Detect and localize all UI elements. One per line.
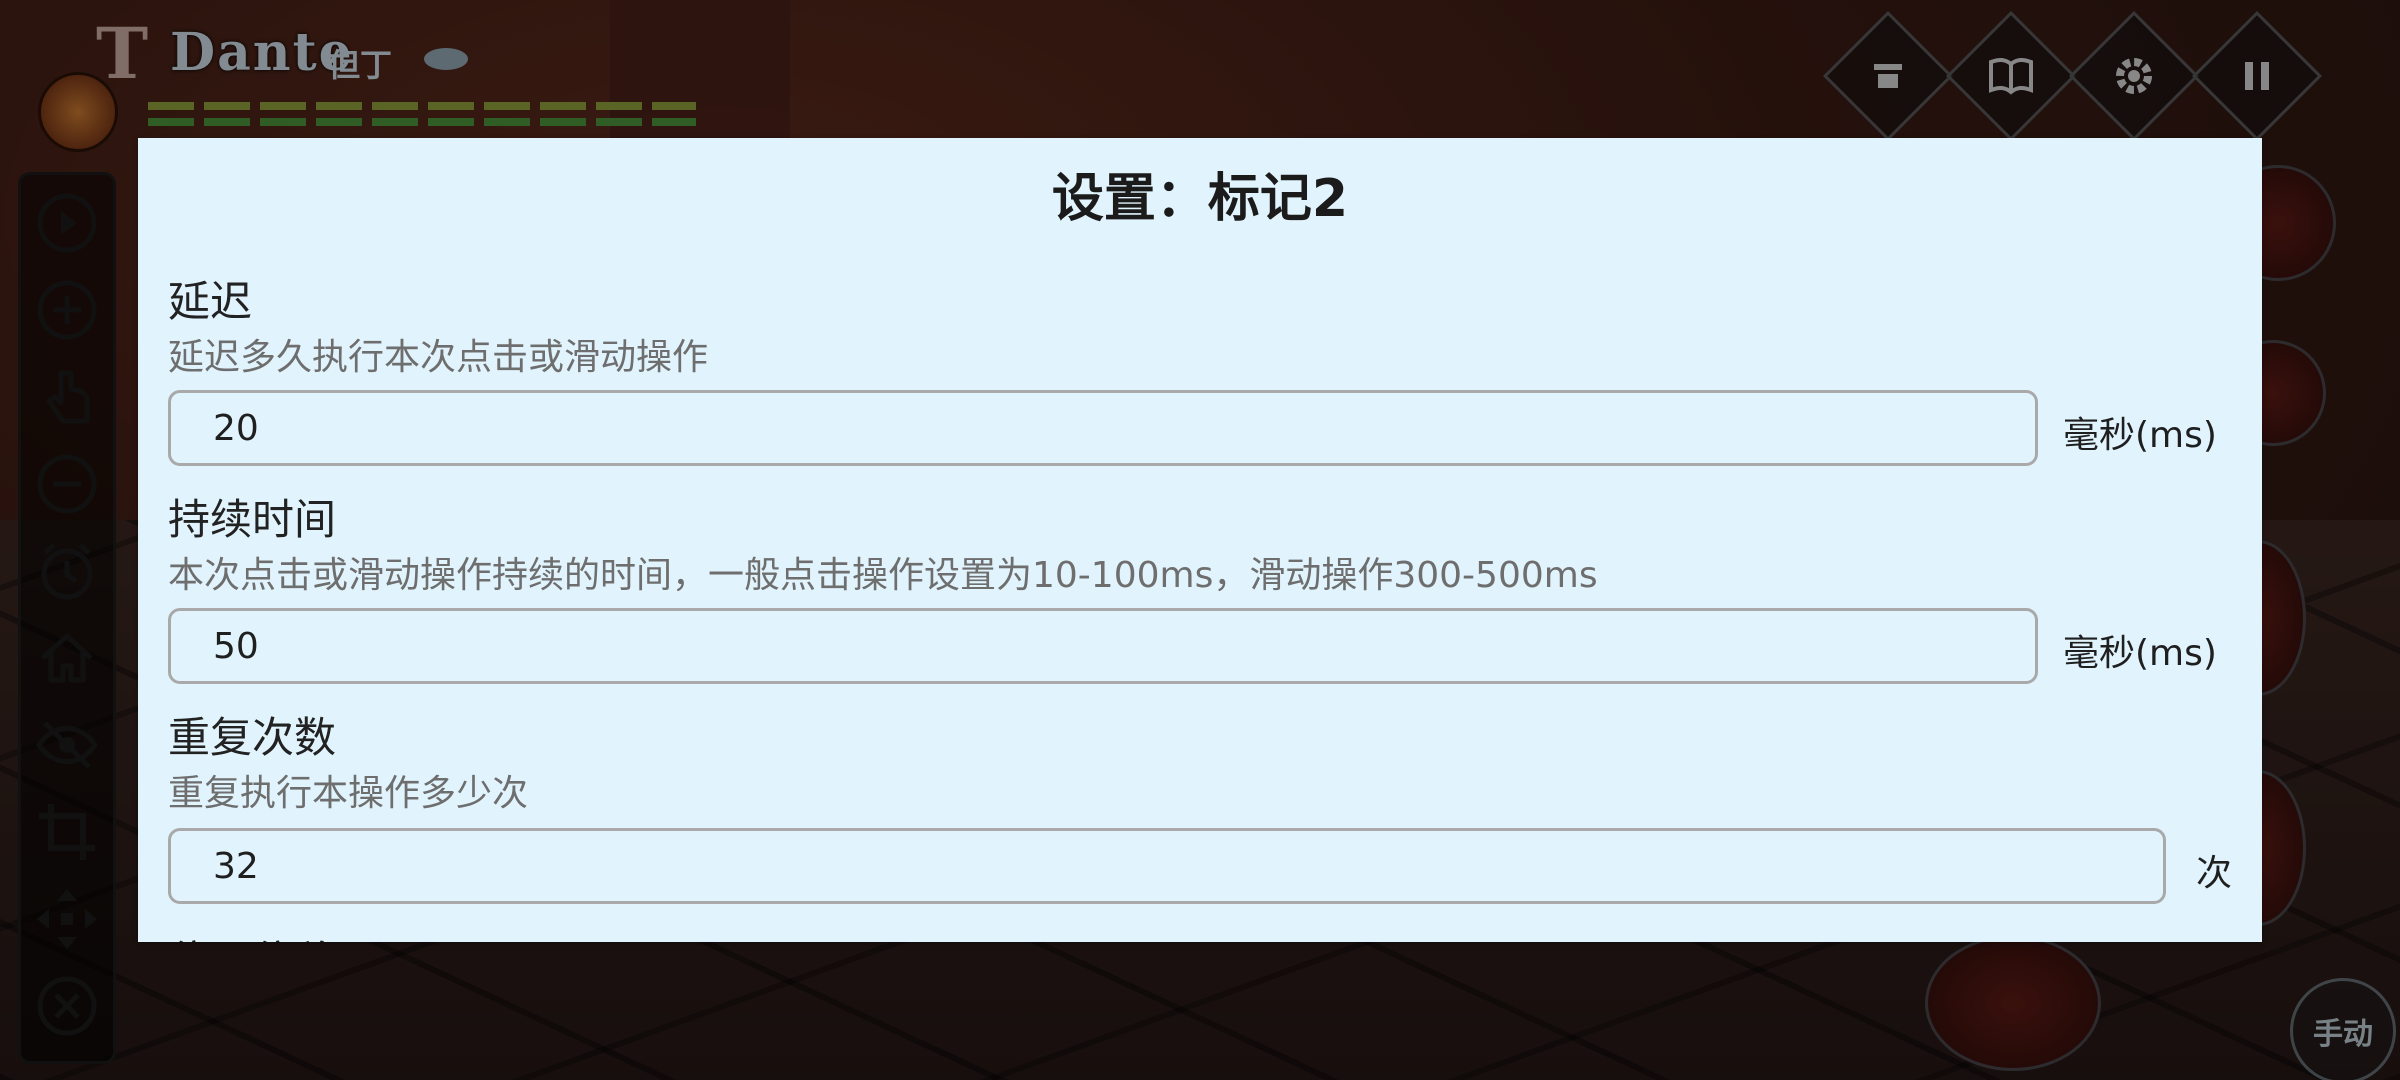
- play-icon: [37, 193, 97, 253]
- duration-input[interactable]: [168, 608, 2038, 684]
- alarm-icon: [41, 543, 93, 600]
- move-button[interactable]: [35, 887, 99, 951]
- timer-button[interactable]: [35, 539, 99, 603]
- game-screen: T Dante 但丁 手动 设置：标记2 延迟 延迟多久执行本次点击或滑动操作 …: [0, 0, 2400, 1080]
- tap-icon: [46, 370, 90, 424]
- offset-title: 位置偏移: [168, 928, 336, 942]
- duration-description: 本次点击或滑动操作持续的时间，一般点击操作设置为10-100ms，滑动操作300…: [168, 555, 1598, 596]
- play-button[interactable]: [35, 191, 99, 255]
- close-icon: [37, 976, 97, 1036]
- remove-icon: [37, 454, 97, 514]
- home-icon: [41, 633, 93, 683]
- duration-title: 持续时间: [168, 495, 337, 544]
- crop-icon: [39, 804, 95, 860]
- delay-description: 延迟多久执行本次点击或滑动操作: [168, 337, 709, 378]
- hide-button[interactable]: [35, 713, 99, 777]
- repeat-input[interactable]: [168, 828, 2166, 904]
- move-icon: [37, 889, 97, 949]
- home-button[interactable]: [35, 626, 99, 690]
- close-button[interactable]: [35, 974, 99, 1038]
- delay-unit: 毫秒(ms): [2063, 415, 2217, 456]
- dialog-title: 设置：标记2: [1051, 169, 1349, 229]
- delay-title: 延迟: [168, 277, 253, 326]
- crop-button[interactable]: [35, 800, 99, 864]
- hide-icon: [36, 721, 98, 769]
- add-button[interactable]: [35, 278, 99, 342]
- settings-dialog: 设置：标记2 延迟 延迟多久执行本次点击或滑动操作 毫秒(ms) 持续时间 本次…: [138, 138, 2262, 942]
- duration-unit: 毫秒(ms): [2063, 633, 2217, 674]
- delay-input[interactable]: [168, 390, 2038, 466]
- add-icon: [37, 280, 97, 340]
- repeat-title: 重复次数: [168, 713, 337, 762]
- remove-button[interactable]: [35, 452, 99, 516]
- tap-button[interactable]: [35, 365, 99, 429]
- floating-toolbar: [18, 172, 116, 1064]
- repeat-unit: 次: [2196, 853, 2233, 894]
- repeat-description: 重复执行本操作多少次: [168, 773, 529, 814]
